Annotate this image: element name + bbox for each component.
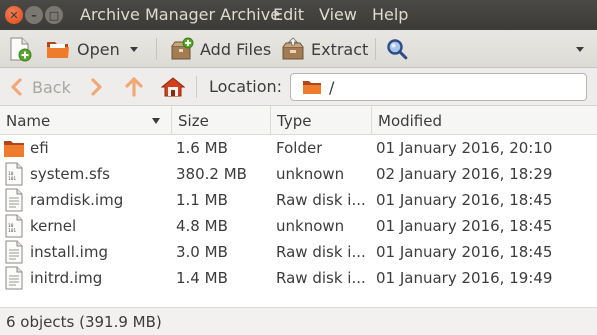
up-button[interactable]	[124, 68, 144, 106]
forward-button[interactable]	[90, 68, 104, 106]
extract-button[interactable]: Extract	[281, 30, 368, 68]
column-name-label: Name	[6, 111, 51, 130]
file-name: kernel	[30, 217, 77, 235]
table-row[interactable]: install.img 3.0 MB Raw disk i... 01 Janu…	[0, 239, 597, 265]
binary-file-icon: 10 101	[5, 162, 23, 186]
menu-view[interactable]: View	[319, 5, 365, 24]
sort-descending-icon	[152, 118, 160, 124]
column-header-name[interactable]: Name	[0, 106, 172, 135]
file-size: 3.0 MB	[176, 243, 228, 261]
minimize-window-button[interactable]: –	[25, 6, 43, 24]
text-file-icon	[5, 266, 23, 290]
column-size-label: Size	[178, 111, 209, 130]
status-text: 6 objects (391.9 MB)	[6, 312, 162, 331]
file-type: Raw disk i...	[276, 269, 366, 287]
file-name: system.sfs	[30, 165, 110, 183]
toolbar: Open Add Files Extract	[0, 30, 597, 68]
menu-edit[interactable]: Edit	[273, 5, 312, 24]
text-file-icon	[5, 240, 23, 264]
file-size: 1.6 MB	[176, 139, 228, 157]
svg-text:101: 101	[8, 176, 16, 182]
table-row[interactable]: 10 101 system.sfs 380.2 MB unknown 02 Ja…	[0, 161, 597, 187]
folder-icon	[4, 141, 24, 157]
back-label: Back	[32, 77, 71, 97]
status-bar: 6 objects (391.9 MB)	[0, 307, 597, 335]
file-list: Name Size Type Modified efi 1.6 MB Folde…	[0, 106, 597, 307]
location-path-text: /	[329, 77, 335, 97]
open-label: Open	[77, 39, 120, 59]
file-type: unknown	[276, 217, 345, 235]
new-archive-button[interactable]	[8, 30, 32, 68]
maximize-window-button[interactable]: □	[45, 6, 63, 24]
column-header-type[interactable]: Type	[271, 106, 372, 135]
column-modified-label: Modified	[378, 111, 443, 130]
menu-bar: Edit View Help	[273, 5, 423, 24]
location-separator	[196, 76, 197, 98]
file-name: efi	[30, 139, 49, 157]
add-files-button[interactable]: Add Files	[170, 30, 271, 68]
add-files-label: Add Files	[200, 39, 272, 59]
file-modified: 01 January 2016, 18:45	[376, 191, 553, 209]
window-title: Archive Manager Archive	[80, 5, 280, 24]
file-modified: 01 January 2016, 18:45	[376, 243, 553, 261]
file-name: initrd.img	[30, 269, 103, 287]
open-folder-icon	[47, 42, 69, 58]
file-type: unknown	[276, 165, 345, 183]
home-icon	[161, 77, 185, 97]
add-files-icon	[171, 37, 194, 60]
file-size: 4.8 MB	[176, 217, 228, 235]
table-row[interactable]: efi 1.6 MB Folder 01 January 2016, 20:10	[0, 135, 597, 161]
search-button[interactable]	[386, 30, 408, 68]
extract-icon	[282, 37, 304, 60]
file-type: Raw disk i...	[276, 243, 366, 261]
toolbar-overflow-button[interactable]	[576, 30, 584, 68]
column-type-label: Type	[277, 111, 312, 130]
close-window-button[interactable]: ✕	[5, 6, 23, 24]
search-icon	[387, 39, 408, 60]
window-title-text: Archive Manager Archive	[80, 5, 281, 24]
toolbar-separator	[375, 38, 376, 60]
column-header-modified[interactable]: Modified	[372, 106, 597, 135]
open-button[interactable]: Open	[46, 30, 120, 68]
chevron-down-icon	[130, 46, 138, 52]
menu-help[interactable]: Help	[372, 5, 416, 24]
table-row[interactable]: initrd.img 1.4 MB Raw disk i... 01 Janua…	[0, 265, 597, 291]
location-bar: Back Location: /	[0, 68, 597, 106]
file-modified: 01 January 2016, 18:45	[376, 217, 553, 235]
binary-file-icon: 10 101	[5, 214, 23, 238]
location-path-field[interactable]: /	[290, 73, 587, 101]
file-size: 1.1 MB	[176, 191, 228, 209]
file-size: 1.4 MB	[176, 269, 228, 287]
column-header-size[interactable]: Size	[172, 106, 271, 135]
file-modified: 01 January 2016, 20:10	[376, 139, 553, 157]
file-name: install.img	[30, 243, 108, 261]
open-dropdown-button[interactable]	[130, 30, 138, 68]
extract-label: Extract	[311, 39, 369, 59]
file-size: 380.2 MB	[176, 165, 247, 183]
forward-arrow-icon	[91, 78, 102, 96]
location-label: Location:	[209, 77, 283, 96]
table-row[interactable]: ramdisk.img 1.1 MB Raw disk i... 01 Janu…	[0, 187, 597, 213]
up-arrow-icon	[125, 77, 143, 97]
file-name: ramdisk.img	[30, 191, 124, 209]
back-button[interactable]: Back	[9, 68, 71, 106]
title-bar: ✕ – □ Archive Manager Archive Edit View …	[0, 0, 597, 30]
toolbar-separator	[156, 38, 157, 60]
table-row[interactable]: 10 101 kernel 4.8 MB unknown 01 January …	[0, 213, 597, 239]
file-modified: 01 January 2016, 19:49	[376, 269, 553, 287]
text-file-icon	[5, 188, 23, 212]
file-type: Folder	[276, 139, 323, 157]
new-archive-icon	[10, 37, 32, 62]
home-button[interactable]	[161, 68, 185, 106]
svg-text:101: 101	[8, 228, 16, 234]
folder-icon	[303, 81, 321, 94]
file-modified: 02 January 2016, 18:29	[376, 165, 553, 183]
file-type: Raw disk i...	[276, 191, 366, 209]
back-arrow-icon	[11, 78, 22, 96]
file-list-header: Name Size Type Modified	[0, 106, 597, 135]
chevron-down-icon	[576, 46, 584, 52]
